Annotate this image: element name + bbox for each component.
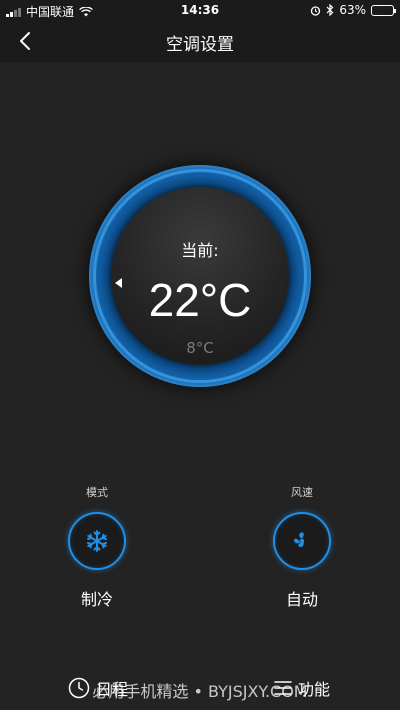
fan-speed-value: 自动 [285, 590, 318, 609]
functions-button[interactable]: 功能 [274, 676, 330, 700]
fan-speed-title: 风速 [291, 486, 313, 499]
bluetooth-icon [326, 4, 334, 16]
fan-icon [293, 532, 305, 548]
current-label: 当前: [181, 241, 219, 260]
page-title: 空调设置 [166, 35, 234, 55]
schedule-button[interactable]: 日程 [68, 676, 128, 700]
mode-value: 制冷 [80, 590, 113, 609]
mode-control: 模式 制冷 [47, 484, 147, 610]
bottom-bar: 日程 功能 必用手机精选 • BYJSJXY.COM [0, 660, 400, 710]
mode-button[interactable] [68, 512, 126, 570]
temperature-dial[interactable]: 当前: 22°C 8°C [89, 165, 311, 387]
functions-label: 功能 [298, 680, 331, 699]
fan-speed-control: 风速 自动 [252, 484, 352, 610]
menu-icon [274, 681, 292, 695]
nav-bar: 空调设置 [0, 20, 400, 62]
alarm-icon [311, 5, 321, 16]
fan-speed-button[interactable] [273, 512, 331, 570]
mode-title: 模式 [86, 486, 108, 499]
battery-icon [371, 4, 396, 16]
status-bar: 中国联通 14:36 63% [0, 0, 400, 20]
watermark: 必用手机精选 • BYJSJXY.COM [92, 682, 308, 701]
current-temperature: 22°C [148, 274, 252, 326]
clock-icon [68, 677, 90, 699]
set-temperature: 8°C [186, 339, 214, 357]
snowflake-icon [87, 530, 107, 552]
battery-percent: 63% [339, 3, 366, 17]
schedule-label: 日程 [96, 680, 129, 699]
status-right: 63% [310, 3, 396, 17]
